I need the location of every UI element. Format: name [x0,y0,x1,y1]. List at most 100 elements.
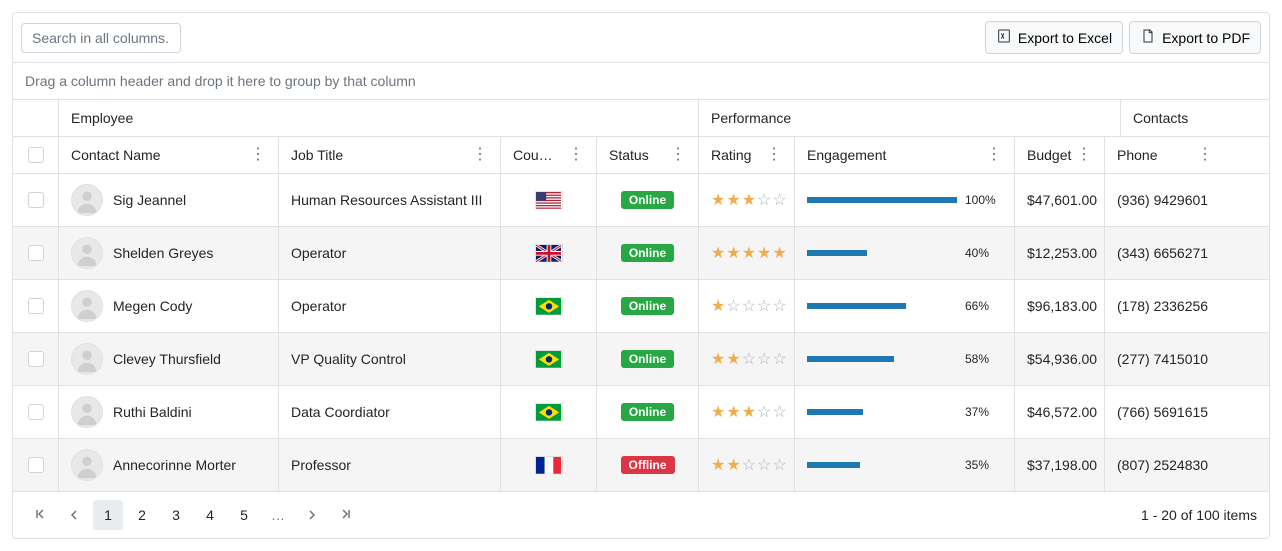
star-icon: ★ [726,190,740,210]
column-menu-icon[interactable]: ⋮ [670,147,686,163]
excel-icon [996,28,1012,47]
progress-bar [807,356,894,362]
budget-value: $96,183.00 [1027,298,1097,314]
phone-value: (766) 5691615 [1117,404,1208,420]
star-icon: ☆ [772,402,786,422]
star-icon: ☆ [757,296,771,316]
star-icon: ☆ [742,455,756,475]
table-row[interactable]: Ruthi BaldiniData CoordiatorOnline★★★☆☆3… [13,386,1269,439]
row-checkbox[interactable] [28,457,44,473]
pager-first-button[interactable] [25,500,55,530]
cell-country [501,280,597,332]
star-icon: ★ [742,402,756,422]
pager-more-button[interactable]: … [263,500,293,530]
row-checkbox[interactable] [28,404,44,420]
row-checkbox-cell [13,227,59,279]
header-column-row: Contact Name ⋮ Job Title ⋮ Cou… ⋮ Status… [13,137,1269,174]
header-col-engagement[interactable]: Engagement ⋮ [795,137,1015,173]
pdf-icon [1140,28,1156,47]
star-icon: ☆ [757,190,771,210]
column-menu-icon[interactable]: ⋮ [472,147,488,163]
table-row[interactable]: Annecorinne MorterProfessorOffline★★☆☆☆3… [13,439,1269,492]
pager-last-button[interactable] [331,500,361,530]
cell-rating: ★★★★★ [699,227,795,279]
pager-next-button[interactable] [297,500,327,530]
cell-phone: (766) 5691615 [1105,386,1225,438]
row-checkbox-cell [13,386,59,438]
table-row[interactable]: Clevey Thursfield VP Quality Control Onlin… [13,333,1269,386]
export-excel-button[interactable]: Export to Excel [985,21,1123,54]
header-col-status[interactable]: Status ⋮ [597,137,699,173]
header-group-performance[interactable]: Performance [699,100,1121,136]
pager-prev-button[interactable] [59,500,89,530]
header-col-name[interactable]: Contact Name ⋮ [59,137,279,173]
budget-value: $12,253.00 [1027,245,1097,261]
star-icon: ★ [726,243,740,263]
header-col-budget[interactable]: Budget ⋮ [1015,137,1105,173]
cell-budget: $37,198.00 [1015,439,1105,491]
star-icon: ★ [772,243,786,263]
header-col-phone[interactable]: Phone ⋮ [1105,137,1225,173]
header-col-rating[interactable]: Rating ⋮ [699,137,795,173]
column-menu-icon[interactable]: ⋮ [986,147,1002,163]
export-pdf-button[interactable]: Export to PDF [1129,21,1261,54]
progress-track [807,462,957,468]
status-badge: Online [621,297,674,315]
star-icon: ☆ [772,190,786,210]
table-row[interactable]: Sig JeannelHuman Resources Assistant III… [13,174,1269,227]
rating-stars: ★★☆☆☆ [711,455,787,475]
contact-name: Megen Cody [113,298,192,314]
phone-value: (936) 9429601 [1117,192,1208,208]
pager-page-button[interactable]: 1 [93,500,123,530]
header-group-employee[interactable]: Employee [59,100,699,136]
cell-status: Online [597,333,699,385]
header-col-country[interactable]: Cou… ⋮ [501,137,597,173]
column-menu-icon[interactable]: ⋮ [1197,147,1213,163]
flag-icon [535,297,563,315]
row-checkbox[interactable] [28,298,44,314]
avatar [71,396,103,428]
contact-name: Clevey Thursfield [113,351,221,367]
cell-country [501,333,597,385]
search-input[interactable] [21,23,181,53]
pager-page-button[interactable]: 2 [127,500,157,530]
pager-page-button[interactable]: 5 [229,500,259,530]
header-col-job[interactable]: Job Title ⋮ [279,137,501,173]
status-badge: Online [621,191,674,209]
progress-track [807,250,957,256]
cell-job: VP Quality Control [279,333,501,385]
group-panel[interactable]: Drag a column header and drop it here to… [13,63,1269,100]
header-group-contacts[interactable]: Contacts [1121,100,1237,136]
column-menu-icon[interactable]: ⋮ [568,147,584,163]
select-all-checkbox[interactable] [28,147,44,163]
pager-info: 1 - 20 of 100 items [1141,507,1257,523]
star-icon: ★ [726,455,740,475]
star-icon: ☆ [757,402,771,422]
cell-rating: ★☆☆☆☆ [699,280,795,332]
star-icon: ☆ [742,296,756,316]
row-checkbox[interactable] [28,192,44,208]
pager-page-button[interactable]: 3 [161,500,191,530]
job-title: Operator [291,245,346,261]
row-checkbox[interactable] [28,245,44,261]
header-checkbox-spacer [13,100,59,136]
group-panel-text: Drag a column header and drop it here to… [25,73,416,89]
column-menu-icon[interactable]: ⋮ [1076,147,1092,163]
header-select-all[interactable] [13,137,59,173]
table-row[interactable]: Megen CodyOperatorOnline★☆☆☆☆66%$96,183.… [13,280,1269,333]
star-icon: ★ [711,296,725,316]
column-menu-icon[interactable]: ⋮ [766,147,782,163]
column-menu-icon[interactable]: ⋮ [250,147,266,163]
cell-rating: ★★☆☆☆ [699,333,795,385]
avatar [71,290,103,322]
cell-status: Online [597,386,699,438]
table-row[interactable]: Shelden GreyesOperatorOnline★★★★★40%$12,… [13,227,1269,280]
row-checkbox[interactable] [28,351,44,367]
cell-budget: $54,936.00 [1015,333,1105,385]
cell-status: Online [597,227,699,279]
pager-page-button[interactable]: 4 [195,500,225,530]
rating-stars: ★★★☆☆ [711,402,787,422]
progress-label: 35% [965,458,989,472]
toolbar: Export to Excel Export to PDF [13,13,1269,63]
star-icon: ★ [711,455,725,475]
